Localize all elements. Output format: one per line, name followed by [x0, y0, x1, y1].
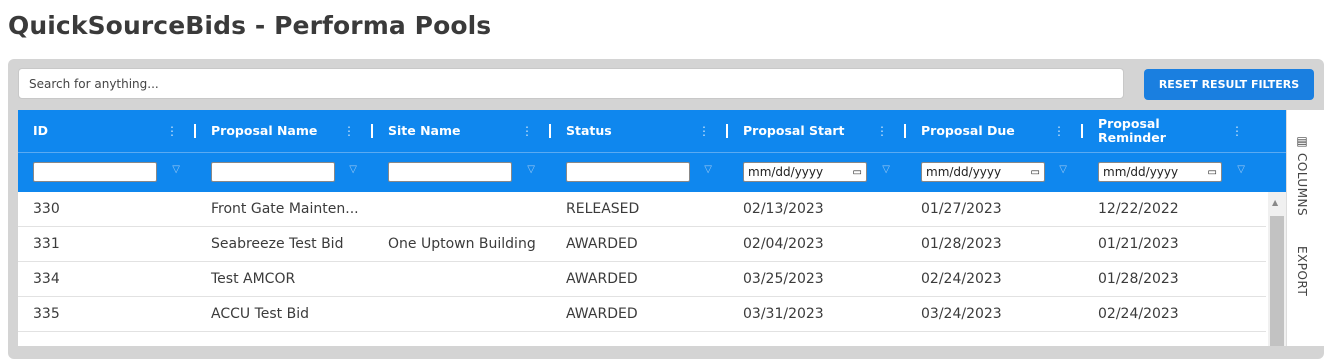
cell-proposal-reminder: 02/24/2023 [1098, 306, 1179, 322]
site-name-filter-input[interactable] [388, 162, 512, 182]
column-header-proposal-due[interactable]: Proposal Due ⋮ [906, 110, 1083, 152]
side-panel: ▤ COLUMNS EXPORT [1286, 110, 1324, 346]
cell-status: AWARDED [566, 306, 638, 322]
cell-proposal-start: 02/04/2023 [743, 236, 824, 252]
column-header-label: Site Name [388, 123, 461, 138]
grid-header: ID ⋮ Proposal Name ⋮ Site Name ⋮ Status … [18, 110, 1286, 192]
cell-site-name [373, 192, 551, 227]
column-header-label: Proposal Reminder [1098, 116, 1166, 145]
cell-proposal-name: Seabreeze Test Bid [211, 236, 344, 252]
funnel-icon[interactable]: ▽ [1059, 164, 1067, 175]
cell-id: 334 [33, 271, 60, 287]
page-title: QuickSourceBids - Performa Pools [8, 11, 492, 40]
calendar-icon[interactable]: ▭ [1208, 167, 1217, 178]
proposal-start-date-filter[interactable]: mm/dd/yyyy ▭ [743, 162, 867, 182]
column-menu-icon[interactable]: ⋮ [698, 124, 710, 138]
proposal-due-date-filter[interactable]: mm/dd/yyyy ▭ [921, 162, 1045, 182]
column-header-status[interactable]: Status ⋮ [551, 110, 728, 152]
column-menu-icon[interactable]: ⋮ [166, 124, 178, 138]
cell-status: RELEASED [566, 201, 640, 217]
column-header-id[interactable]: ID ⋮ [18, 110, 196, 152]
date-placeholder: mm/dd/yyyy [926, 165, 1002, 179]
column-header-label: Proposal Due [921, 123, 1015, 138]
cell-proposal-due: 02/24/2023 [921, 271, 1002, 287]
cell-proposal-start: 03/31/2023 [743, 306, 824, 322]
column-menu-icon[interactable]: ⋮ [343, 124, 355, 138]
reset-result-filters-button[interactable]: RESET RESULT FILTERS [1144, 69, 1314, 100]
cell-proposal-name: Front Gate Mainten... [211, 201, 359, 217]
export-tab[interactable]: EXPORT [1295, 246, 1309, 296]
cell-id: 335 [33, 306, 60, 322]
scrollbar-thumb[interactable] [1270, 216, 1284, 346]
columns-icon: ▤ [1295, 134, 1309, 149]
cell-proposal-due: 01/28/2023 [921, 236, 1002, 252]
table-row[interactable]: 335 ACCU Test Bid AWARDED 03/31/2023 03/… [18, 297, 1266, 332]
status-filter-input[interactable] [566, 162, 690, 182]
cell-site-name: One Uptown Building [388, 236, 536, 252]
table-row[interactable]: 334 Test AMCOR AWARDED 03/25/2023 02/24/… [18, 262, 1266, 297]
column-header-proposal-reminder[interactable]: Proposal Reminder ⋮ [1083, 110, 1261, 152]
calendar-icon[interactable]: ▭ [1031, 167, 1040, 178]
cell-site-name [373, 297, 551, 332]
filter-cell-id: ▽ [18, 152, 196, 192]
cell-status: AWARDED [566, 236, 638, 252]
proposal-name-filter-input[interactable] [211, 162, 335, 182]
cell-proposal-reminder: 01/21/2023 [1098, 236, 1179, 252]
column-menu-icon[interactable]: ⋮ [1053, 124, 1065, 138]
table-row[interactable]: 330 Front Gate Mainten... RELEASED 02/13… [18, 192, 1266, 227]
proposal-reminder-date-filter[interactable]: mm/dd/yyyy ▭ [1098, 162, 1222, 182]
column-header-site-name[interactable]: Site Name ⋮ [373, 110, 551, 152]
scroll-up-icon[interactable]: ▲ [1272, 198, 1278, 207]
funnel-icon[interactable]: ▽ [882, 164, 890, 175]
columns-tab-label: COLUMNS [1295, 152, 1309, 216]
column-header-label: Proposal Name [211, 123, 318, 138]
cell-site-name [373, 262, 551, 297]
calendar-icon[interactable]: ▭ [853, 167, 862, 178]
export-tab-label: EXPORT [1295, 246, 1309, 297]
columns-tab[interactable]: ▤ COLUMNS [1295, 134, 1309, 216]
funnel-icon[interactable]: ▽ [349, 164, 357, 175]
table-row[interactable]: 331 Seabreeze Test Bid One Uptown Buildi… [18, 227, 1266, 262]
funnel-icon[interactable]: ▽ [172, 164, 180, 175]
funnel-icon[interactable]: ▽ [704, 164, 712, 175]
filter-cell-status: ▽ [551, 152, 728, 192]
funnel-icon[interactable]: ▽ [527, 164, 535, 175]
column-menu-icon[interactable]: ⋮ [876, 124, 888, 138]
search-input[interactable] [18, 68, 1124, 99]
cell-proposal-name: ACCU Test Bid [211, 306, 309, 322]
date-placeholder: mm/dd/yyyy [748, 165, 824, 179]
id-filter-input[interactable] [33, 162, 157, 182]
cell-id: 331 [33, 236, 60, 252]
filter-cell-proposal-reminder: mm/dd/yyyy ▭ ▽ [1083, 152, 1261, 192]
column-header-label: Proposal Start [743, 123, 845, 138]
data-grid: ID ⋮ Proposal Name ⋮ Site Name ⋮ Status … [18, 110, 1286, 346]
column-header-label: ID [33, 123, 49, 138]
column-header-proposal-name[interactable]: Proposal Name ⋮ [196, 110, 373, 152]
column-header-proposal-start[interactable]: Proposal Start ⋮ [728, 110, 906, 152]
cell-proposal-reminder: 12/22/2022 [1098, 201, 1179, 217]
cell-proposal-start: 03/25/2023 [743, 271, 824, 287]
cell-proposal-due: 01/27/2023 [921, 201, 1002, 217]
date-placeholder: mm/dd/yyyy [1103, 165, 1179, 179]
cell-proposal-due: 03/24/2023 [921, 306, 1002, 322]
column-menu-icon[interactable]: ⋮ [1231, 124, 1243, 138]
column-header-label: Status [566, 123, 612, 138]
cell-proposal-reminder: 01/28/2023 [1098, 271, 1179, 287]
vertical-scrollbar[interactable]: ▲ [1268, 192, 1286, 346]
column-menu-icon[interactable]: ⋮ [521, 124, 533, 138]
filter-cell-proposal-start: mm/dd/yyyy ▭ ▽ [728, 152, 906, 192]
filter-cell-site-name: ▽ [373, 152, 551, 192]
cell-proposal-start: 02/13/2023 [743, 201, 824, 217]
cell-proposal-name: Test AMCOR [211, 271, 296, 287]
filter-cell-proposal-due: mm/dd/yyyy ▭ ▽ [906, 152, 1083, 192]
filter-cell-proposal-name: ▽ [196, 152, 373, 192]
funnel-icon[interactable]: ▽ [1237, 164, 1245, 175]
cell-id: 330 [33, 201, 60, 217]
cell-status: AWARDED [566, 271, 638, 287]
